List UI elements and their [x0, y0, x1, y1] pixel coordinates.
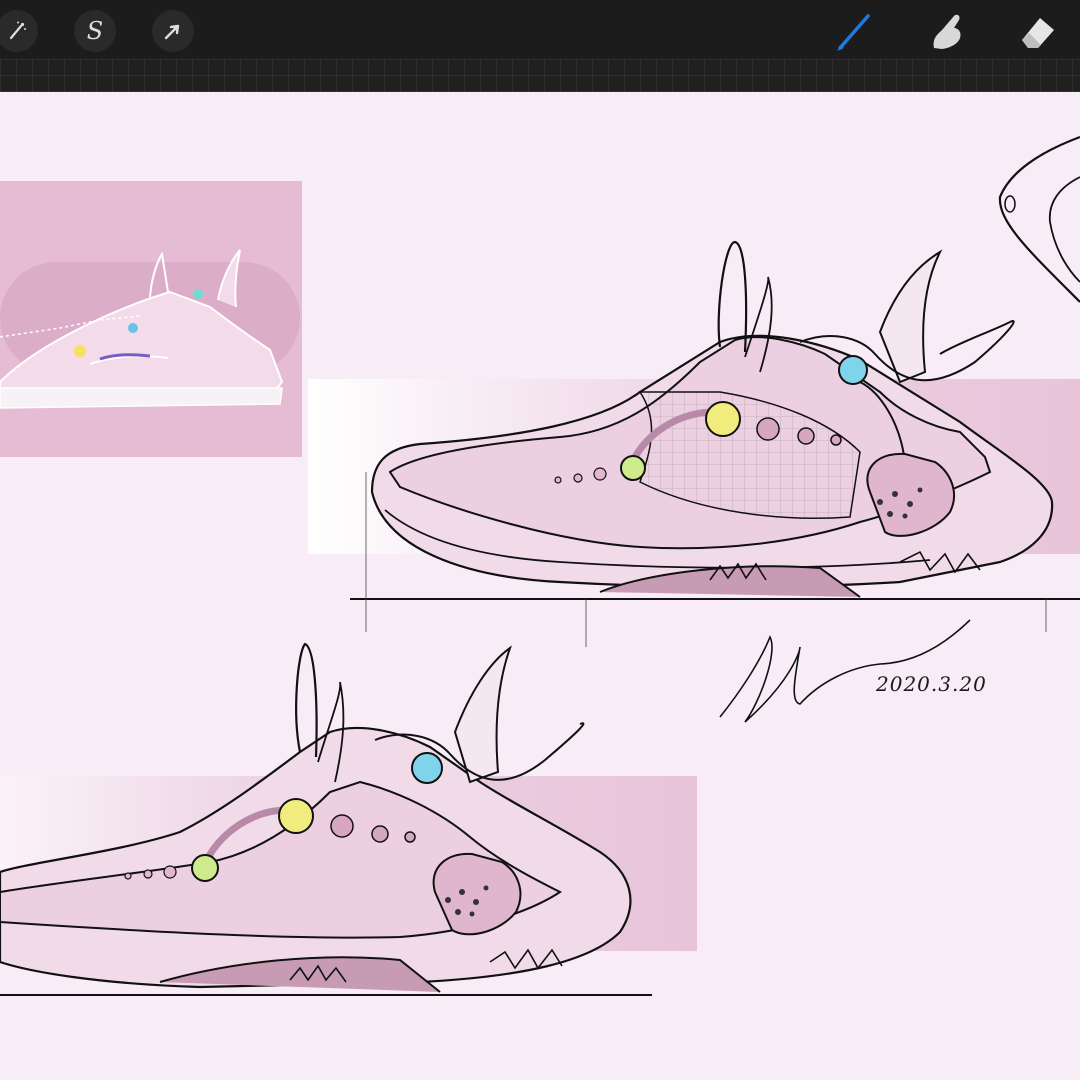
toolbar-grid-strip: [0, 58, 1080, 92]
sketch-date: 2020.3.20: [876, 672, 987, 696]
arrow-cursor-icon: [164, 24, 180, 40]
transform-button[interactable]: [152, 10, 194, 52]
eraser-icon: [1022, 18, 1054, 48]
brush-icon: [837, 14, 870, 51]
signature-stroke: [719, 619, 971, 723]
adjustments-button[interactable]: [0, 10, 38, 52]
procreate-app: S 2020.3.20: [0, 0, 1080, 1080]
magic-wand-icon: [9, 21, 26, 40]
top-toolbar: S: [0, 0, 1080, 92]
selection-s-icon: S: [86, 17, 104, 45]
drawing-canvas[interactable]: 2020.3.20: [0, 92, 1080, 1080]
sketch-artwork: [0, 135, 1080, 996]
smudge-tool-button[interactable]: [922, 8, 972, 54]
reference-image: [0, 181, 302, 457]
eraser-tool-button[interactable]: [1012, 8, 1062, 54]
selection-button[interactable]: S: [74, 10, 116, 52]
partial-shoe-sketch: [998, 135, 1080, 303]
smudge-finger-icon: [933, 14, 961, 49]
shoe-sketch-secondary: [0, 642, 697, 996]
brush-tool-button[interactable]: [830, 8, 880, 54]
shoe-sketch-main: [308, 240, 1080, 647]
